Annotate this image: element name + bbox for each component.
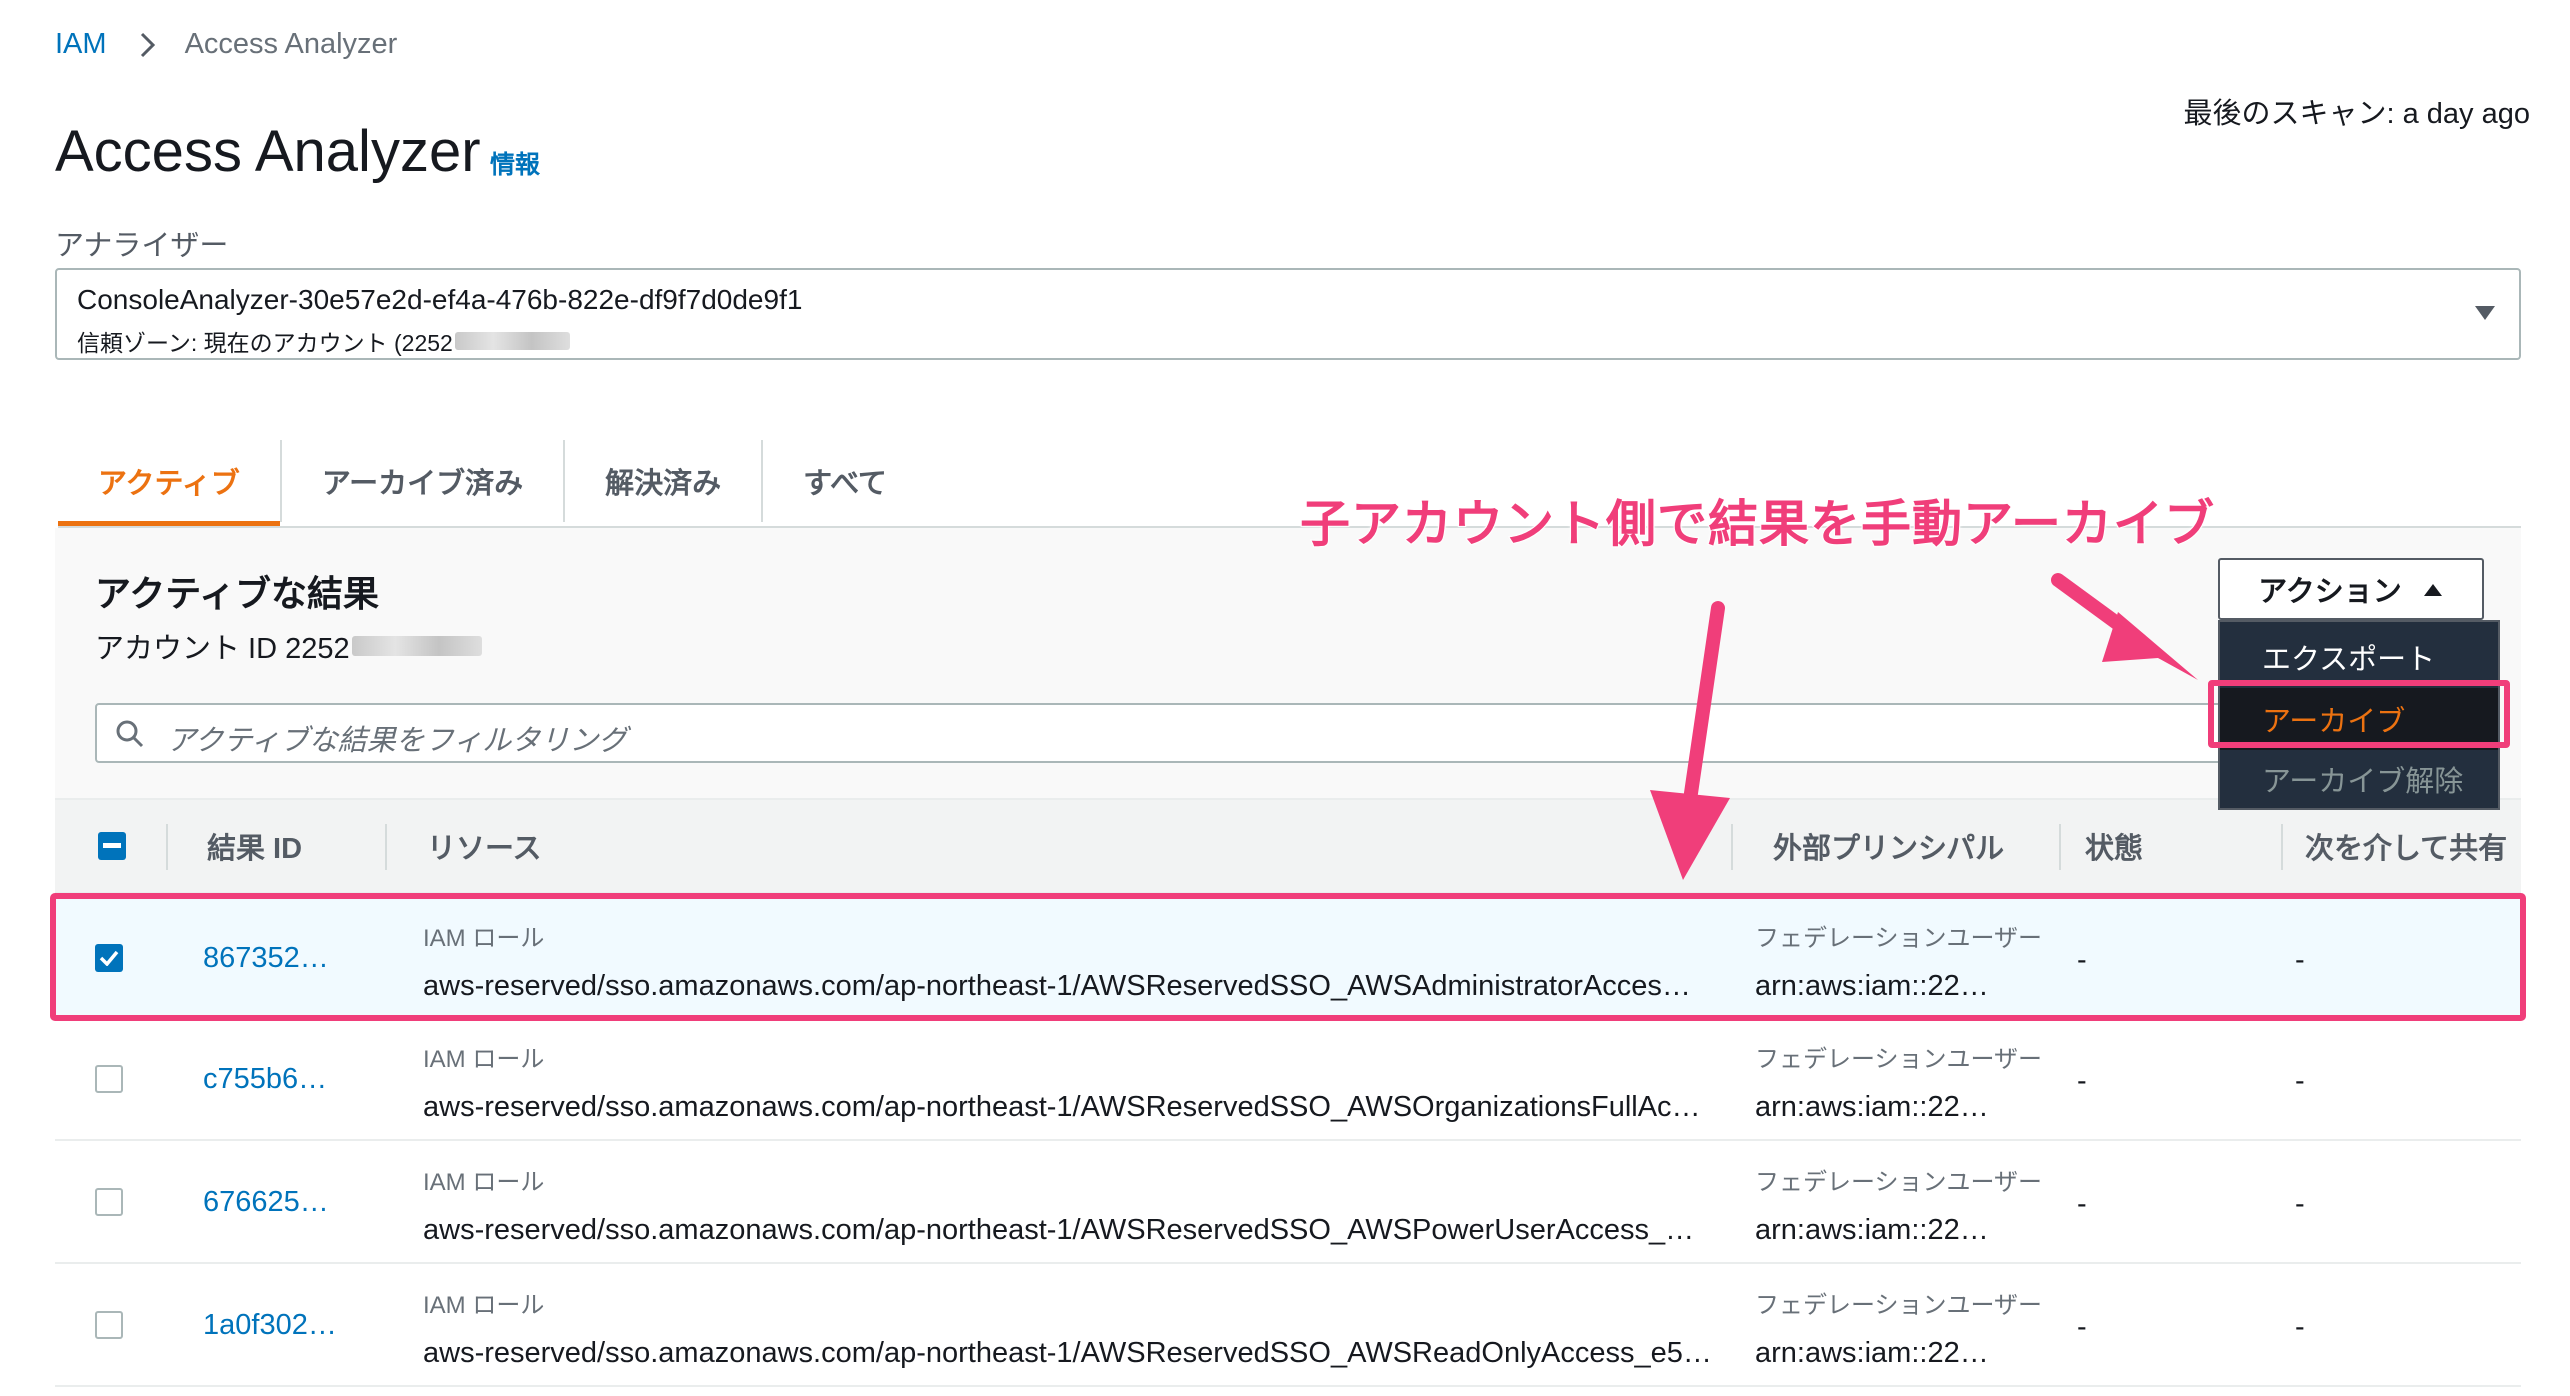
redacted-account-id [454, 332, 570, 350]
column-divider [2281, 824, 2283, 870]
state-value: - [2077, 1188, 2087, 1220]
column-header-external-principal[interactable]: 外部プリンシパル [1773, 800, 2004, 892]
column-header-finding-id[interactable]: 結果 ID [207, 800, 302, 892]
redacted-account-id [351, 636, 482, 656]
annotation-text: 子アカウント側で結果を手動アーカイブ [1299, 495, 2215, 553]
row-checkbox[interactable] [95, 1188, 123, 1216]
column-header-resource[interactable]: リソース [427, 800, 542, 892]
tab-bar: アクティブ アーカイブ済み 解決済み すべて [58, 436, 927, 526]
principal-type: フェデレーションユーザー [1755, 1169, 2043, 1196]
shared-through-value: - [2295, 1188, 2305, 1220]
tab-resolved[interactable]: 解決済み [565, 436, 761, 526]
menu-item-export[interactable]: エクスポート [2220, 626, 2498, 688]
tab-active[interactable]: アクティブ [58, 436, 280, 526]
column-divider [1731, 824, 1733, 870]
actions-button-label: アクション [2258, 576, 2402, 608]
row-checkbox[interactable] [95, 1065, 123, 1093]
analyzer-label: アナライザー [55, 230, 229, 262]
principal-arn: arn:aws:iam::22… [1755, 1091, 1989, 1123]
breadcrumb-iam-link[interactable]: IAM [55, 28, 107, 61]
info-link[interactable]: 情報 [490, 145, 540, 181]
breadcrumb-current: Access Analyzer [184, 28, 398, 60]
finding-id-link[interactable]: 676625… [203, 1186, 329, 1219]
analyzer-name: ConsoleAnalyzer-30e57e2d-ef4a-476b-822e-… [77, 284, 803, 315]
resource-name: aws-reserved/sso.amazonaws.com/ap-northe… [423, 1214, 1695, 1246]
analyzer-zone: 信頼ゾーン: 現在のアカウント (2252 [77, 324, 570, 358]
filter-input[interactable]: アクティブな結果をフィルタリング [95, 703, 2355, 763]
principal-type: フェデレーションユーザー [1755, 1046, 2043, 1073]
last-scan-text: 最後のスキャン: a day ago [2183, 98, 2531, 130]
table-header: 結果 ID リソース 外部プリンシパル 状態 次を介して共有 [55, 798, 2521, 894]
column-divider [2059, 824, 2061, 870]
principal-arn: arn:aws:iam::22… [1755, 1214, 1989, 1246]
finding-id-link[interactable]: 1a0f302… [203, 1309, 337, 1342]
table-row[interactable]: c755b6… IAM ロール aws-reserved/sso.amazona… [55, 1019, 2521, 1141]
principal-arn: arn:aws:iam::22… [1755, 1337, 1989, 1369]
chevron-right-icon [133, 30, 163, 60]
tab-all[interactable]: すべて [763, 436, 927, 526]
principal-type: フェデレーションユーザー [1755, 1292, 2043, 1319]
menu-item-unarchive[interactable]: アーカイブ解除 [2220, 748, 2498, 810]
resource-name: aws-reserved/sso.amazonaws.com/ap-northe… [423, 1337, 1712, 1369]
breadcrumb: IAM Access Analyzer [55, 28, 397, 61]
resource-type: IAM ロール [423, 1292, 545, 1319]
shared-through-value: - [2295, 1065, 2305, 1097]
caret-down-icon [2473, 304, 2497, 327]
resource-type: IAM ロール [423, 1169, 545, 1196]
select-all-checkbox[interactable] [98, 832, 126, 860]
selected-row-highlight [50, 893, 2526, 1021]
results-account-text: アカウント ID 2252 [95, 633, 350, 665]
archive-highlight [2208, 680, 2510, 748]
page-title: Access Analyzer [55, 119, 481, 184]
table-row[interactable]: 676625… IAM ロール aws-reserved/sso.amazona… [55, 1142, 2521, 1264]
actions-button[interactable]: アクション [2218, 558, 2484, 620]
column-divider [166, 824, 168, 870]
shared-through-value: - [2295, 1311, 2305, 1343]
state-value: - [2077, 1311, 2087, 1343]
state-value: - [2077, 1065, 2087, 1097]
search-icon [115, 719, 145, 754]
column-divider [385, 824, 387, 870]
resource-name: aws-reserved/sso.amazonaws.com/ap-northe… [423, 1091, 1701, 1123]
resource-type: IAM ロール [423, 1046, 545, 1073]
results-title: アクティブな結果 [95, 573, 380, 614]
analyzer-select[interactable]: ConsoleAnalyzer-30e57e2d-ef4a-476b-822e-… [55, 268, 2521, 360]
caret-up-icon [2422, 573, 2444, 606]
table-row[interactable]: 1a0f302… IAM ロール aws-reserved/sso.amazon… [55, 1265, 2521, 1387]
row-checkbox[interactable] [95, 1311, 123, 1339]
column-header-shared-through[interactable]: 次を介して共有 [2305, 800, 2507, 892]
finding-id-link[interactable]: c755b6… [203, 1063, 327, 1096]
tab-archived[interactable]: アーカイブ済み [282, 436, 563, 526]
results-account: アカウント ID 2252 [95, 625, 482, 667]
filter-placeholder: アクティブな結果をフィルタリング [167, 725, 628, 757]
analyzer-zone-text: 信頼ゾーン: 現在のアカウント (2252 [77, 330, 453, 356]
column-header-state[interactable]: 状態 [2085, 800, 2143, 892]
